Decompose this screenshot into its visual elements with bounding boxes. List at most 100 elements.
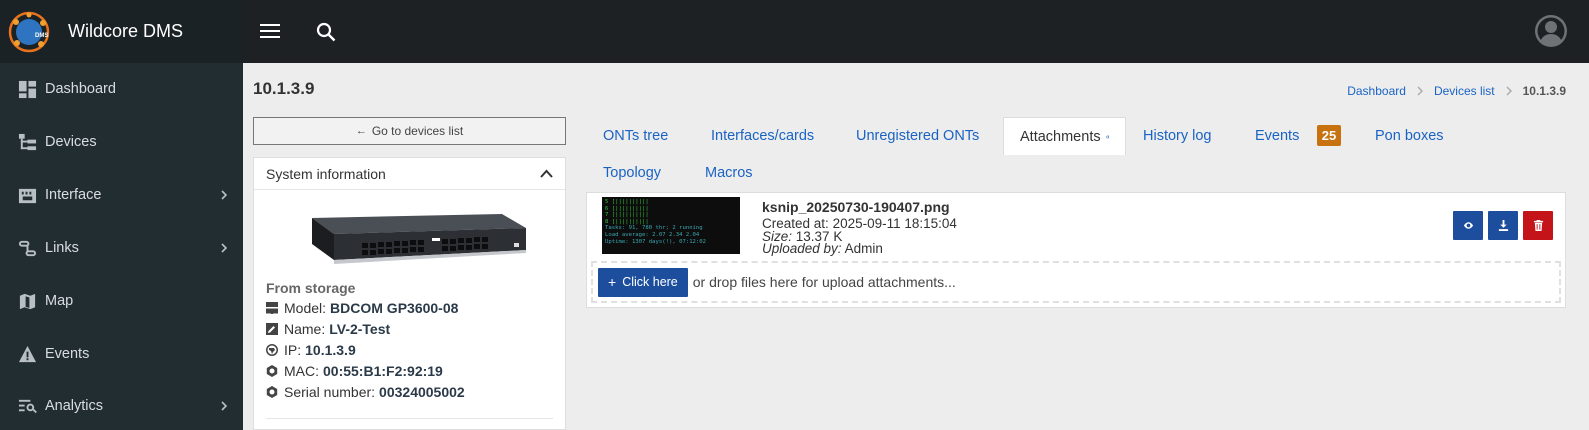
tab-attachments-label: Attachments — [1020, 128, 1101, 145]
sidebar-item-analytics[interactable]: Analytics — [0, 386, 243, 426]
page-title: 10.1.3.9 — [253, 79, 315, 98]
mac-row: MAC: 00:55:B1:F2:92:19 — [266, 363, 443, 379]
mac-value: 00:55:B1:F2:92:19 — [323, 363, 443, 379]
plus-icon: + — [608, 274, 617, 290]
attachments-panel: 5 [|||||||||| 6 [|||||||||| 7 [|||||||||… — [586, 192, 1566, 308]
sidebar-item-map[interactable]: Map — [0, 281, 243, 321]
attachment-file-name: ksnip_20250730-190407.png — [762, 199, 950, 215]
attachment-uploaded-by: Uploaded by: Admin — [762, 241, 883, 256]
upload-click-here-button[interactable]: + Click here — [598, 267, 688, 297]
name-label: Name: — [284, 321, 326, 337]
download-attachment-button[interactable] — [1488, 211, 1518, 240]
tab-macros[interactable]: Macros — [705, 154, 753, 192]
sidebar-item-label: Dashboard — [45, 81, 116, 97]
tab-attachments[interactable]: Attachments — [1003, 117, 1126, 155]
delete-attachment-button[interactable] — [1523, 211, 1553, 240]
view-attachment-button[interactable] — [1453, 211, 1483, 240]
chevron-up-icon[interactable] — [540, 169, 553, 178]
sidebar-item-devices[interactable]: Devices — [0, 122, 243, 162]
attachment-thumbnail[interactable]: 5 [|||||||||| 6 [|||||||||| 7 [|||||||||… — [602, 197, 740, 254]
sidebar-item-interface[interactable]: Interface — [0, 175, 243, 215]
from-storage-label: From storage — [266, 280, 356, 296]
device-image — [312, 214, 526, 264]
sidebar-item-label: Links — [45, 240, 79, 256]
tab-onts-tree[interactable]: ONTs tree — [603, 117, 668, 155]
map-icon — [19, 293, 36, 309]
uploaded-label: Uploaded by: — [762, 241, 842, 256]
tab-topology[interactable]: Topology — [603, 154, 661, 192]
go-to-devices-list-label: Go to devices list — [371, 124, 464, 138]
upload-dropzone[interactable]: + Click here or drop files here for uplo… — [591, 261, 1561, 303]
logo-text: DMS — [35, 33, 48, 39]
ip-row: IP: 10.1.3.9 — [266, 342, 356, 358]
tab-events[interactable]: Events — [1255, 117, 1299, 155]
sidebar-item-label: Interface — [45, 187, 102, 203]
divider — [266, 418, 553, 419]
created-value: 2025-09-11 18:15:04 — [832, 216, 957, 231]
upload-hint: or drop files here for upload attachment… — [692, 274, 956, 290]
breadcrumb-dashboard[interactable]: Dashboard — [1347, 84, 1406, 98]
serial-label: Serial number: — [284, 384, 376, 400]
server-icon — [266, 302, 278, 314]
hexagon-icon — [266, 386, 278, 398]
download-icon — [1498, 220, 1508, 231]
chevron-right-icon — [1506, 86, 1512, 96]
app-title: Wildcore DMS — [68, 21, 184, 41]
tab-history-log[interactable]: History log — [1143, 117, 1212, 155]
chevron-right-icon — [1417, 86, 1423, 96]
model-row: Model: BDCOM GP3600-08 — [266, 300, 458, 316]
breadcrumb: Dashboard Devices list 10.1.3.9 — [1347, 84, 1566, 98]
thumb-line: Uptime: 1307 days(!), 07:12:02 — [605, 238, 707, 245]
breadcrumb-current: 10.1.3.9 — [1522, 84, 1566, 98]
analytics-icon — [18, 399, 37, 413]
brand[interactable]: DMS Wildcore DMS — [0, 0, 243, 63]
sidebar-item-events[interactable]: Events — [0, 334, 243, 374]
sidebar-item-label: Events — [45, 346, 90, 362]
chevron-right-icon — [221, 243, 228, 253]
go-to-devices-list-button[interactable]: ← Go to devices list — [253, 117, 566, 145]
sidebar-item-links[interactable]: Links — [0, 228, 243, 268]
thumb-line: Tasks: 91, 780 thr; 2 running — [605, 225, 703, 232]
search-icon[interactable] — [316, 22, 336, 42]
tab-pon-boxes[interactable]: Pon boxes — [1375, 117, 1444, 155]
thumb-line: 5 [|||||||||| — [605, 199, 649, 205]
wildcore-logo-icon: DMS — [8, 11, 50, 52]
model-value: BDCOM GP3600-08 — [330, 300, 459, 316]
sidebar-item-label: Devices — [45, 134, 97, 150]
warning-icon — [18, 345, 37, 362]
thumb-line: 7 [|||||||||| — [605, 212, 649, 219]
devices-tree-icon — [18, 133, 37, 150]
name-row: Name: LV-2-Test — [266, 321, 390, 337]
eye-icon — [1463, 222, 1473, 229]
tab-interfaces-cards[interactable]: Interfaces/cards — [711, 117, 814, 155]
globe-icon — [266, 344, 278, 356]
breadcrumb-devices-list[interactable]: Devices list — [1434, 84, 1495, 98]
thumb-line: Load average: 2.07 2.34 2.04 — [605, 231, 700, 238]
chevron-right-icon — [221, 401, 228, 411]
sidebar: DMS Wildcore DMS Dashboard Devices Inter… — [0, 0, 243, 430]
name-value: LV-2-Test — [329, 321, 391, 337]
model-label: Model: — [284, 300, 327, 316]
serial-value: 00324005002 — [379, 384, 465, 400]
sidebar-item-dashboard[interactable]: Dashboard — [0, 69, 243, 109]
tab-unregistered-onts[interactable]: Unregistered ONTs — [856, 117, 979, 155]
mac-label: MAC: — [284, 363, 319, 379]
sidebar-item-label: Analytics — [45, 398, 104, 414]
links-icon — [18, 240, 37, 256]
ip-label: IP: — [284, 342, 302, 358]
system-information-header[interactable]: System information — [254, 158, 565, 190]
chevron-right-icon — [221, 190, 228, 200]
system-information-panel: System information From storage Model: B… — [253, 157, 566, 430]
topbar — [243, 0, 1589, 63]
hamburger-icon[interactable] — [260, 22, 280, 40]
edit-square-icon — [266, 323, 278, 335]
thumb-line: 6 [|||||||||| — [605, 205, 649, 212]
ip-value: 10.1.3.9 — [305, 342, 356, 358]
hexagon-icon — [266, 365, 278, 377]
serial-row: Serial number: 00324005002 — [266, 384, 465, 400]
system-information-title: System information — [266, 165, 386, 182]
events-count-badge: 25 — [1317, 125, 1341, 146]
refresh-icon[interactable] — [1105, 131, 1109, 143]
sidebar-item-label: Map — [45, 293, 74, 309]
user-avatar-icon[interactable] — [1534, 14, 1568, 48]
